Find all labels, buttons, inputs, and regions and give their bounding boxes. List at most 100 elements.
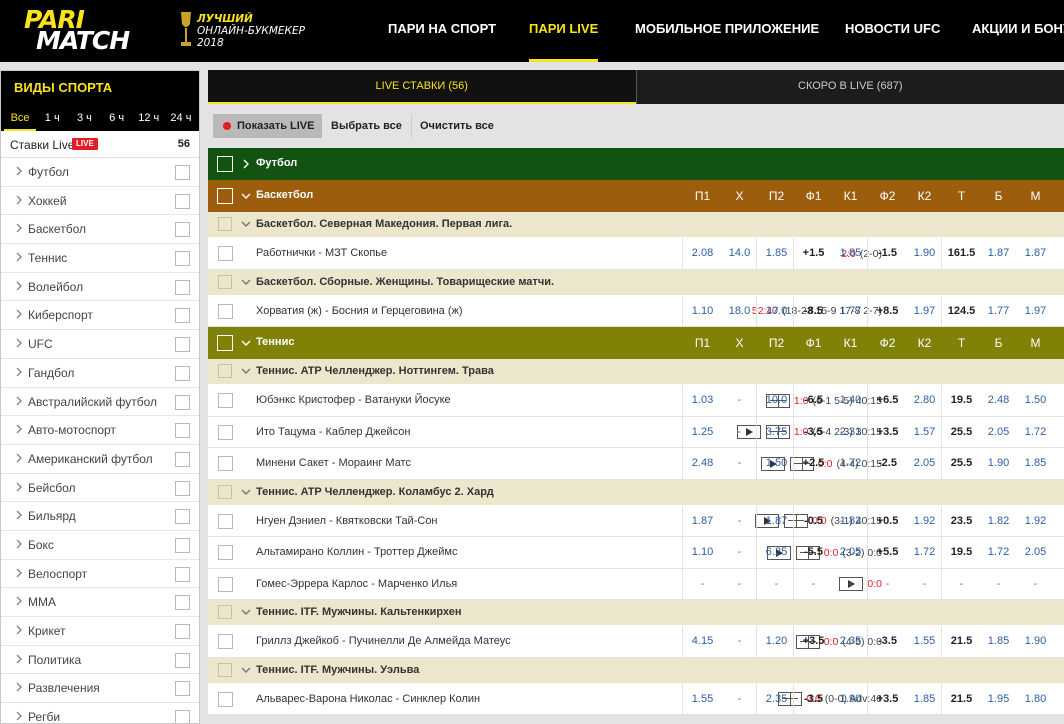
match-title[interactable]: Минени Сакет - Мораинг Матс	[256, 457, 411, 469]
chevron-right-icon[interactable]	[14, 280, 24, 292]
odds-cell-П2[interactable]: 3.75	[758, 417, 795, 448]
odds-cell-М[interactable]: 1.50	[1017, 385, 1054, 416]
chevron-right-icon[interactable]	[14, 452, 24, 464]
tab-upcoming-live[interactable]: СКОРО В LIVE (687)	[635, 70, 1064, 104]
odds-cell-П2[interactable]: 6.25	[758, 537, 795, 568]
odds-cell-К2[interactable]: 1.97	[906, 296, 943, 327]
match-title[interactable]: Альтамирано Коллин - Троттер Джеймс	[256, 546, 457, 558]
chevron-right-icon[interactable]	[14, 222, 24, 234]
nav-sport-bets[interactable]: ПАРИ НА СПОРТ	[388, 0, 496, 62]
match-checkbox[interactable]	[218, 246, 233, 261]
odds-cell-Ф1[interactable]: -0.5	[795, 506, 832, 537]
odds-cell-Ф2[interactable]: +8.5	[869, 296, 906, 327]
match-checkbox[interactable]	[218, 303, 233, 319]
match-row[interactable]: Работнички - МЗТ Скопье 2:0 (2-0) 2.08 14.0 1…	[208, 238, 1064, 270]
match-checkbox[interactable]	[218, 456, 233, 471]
sidebar-sport-item[interactable]: UFC	[1, 330, 199, 359]
odds-cell-К2[interactable]: 2.05	[906, 448, 943, 479]
sport-checkbox[interactable]	[175, 480, 190, 496]
chevron-right-icon[interactable]	[14, 509, 24, 521]
match-title[interactable]: Юбэнкс Кристофер - Ватануки Йосуке	[256, 394, 451, 406]
period-12h[interactable]: 12 ч	[133, 105, 165, 131]
sidebar-sport-item[interactable]: Теннис	[1, 244, 199, 273]
chevron-down-icon[interactable]	[241, 365, 251, 377]
match-title[interactable]: Ито Тацума - Каблер Джейсон	[256, 426, 410, 438]
chevron-down-icon[interactable]	[241, 218, 251, 230]
league-checkbox[interactable]	[218, 484, 232, 499]
odds-cell-П1[interactable]: 1.55	[684, 684, 721, 715]
sidebar-sport-item[interactable]: Регби	[1, 703, 199, 723]
match-row[interactable]: Хорватия (ж) - Босния и Герцеговина (ж) 5…	[208, 295, 1064, 327]
odds-cell-П2[interactable]: 2.35	[758, 684, 795, 715]
match-checkbox[interactable]	[218, 424, 233, 440]
period-all[interactable]: Все	[4, 105, 37, 131]
sidebar-sport-item[interactable]: MMA	[1, 588, 199, 617]
league-row[interactable]: Теннис. ATP Челленджер. Коламбус 2. Хард	[208, 479, 1064, 506]
sidebar-sport-item[interactable]: Американский футбол	[1, 445, 199, 474]
league-row[interactable]: Теннис. ITF. Мужчины. Кальтенкирхен	[208, 600, 1064, 626]
league-row[interactable]: Баскетбол. Сборные. Женщины. Товарищески…	[208, 269, 1064, 296]
odds-cell-Х[interactable]: 18.0	[721, 296, 758, 327]
match-title[interactable]: Работнички - МЗТ Скопье	[256, 247, 387, 259]
odds-cell-Ф1[interactable]: -3.5	[795, 417, 832, 448]
odds-cell-Т[interactable]: 21.5	[943, 626, 980, 657]
sidebar-sport-item[interactable]: Хоккей	[1, 187, 199, 216]
chevron-right-icon[interactable]	[14, 653, 24, 665]
period-1h[interactable]: 1 ч	[36, 105, 68, 131]
odds-cell-Ф1[interactable]: +2.5	[795, 448, 832, 479]
chevron-down-icon[interactable]	[241, 190, 251, 202]
odds-cell-К2[interactable]: 1.55	[906, 626, 943, 657]
odds-cell-Ф2[interactable]: +6.5	[869, 385, 906, 416]
sidebar-sport-item[interactable]: Гандбол	[1, 359, 199, 388]
band-checkbox[interactable]	[217, 188, 233, 204]
odds-cell-К1[interactable]: 1.77	[832, 296, 869, 327]
odds-cell-Б[interactable]: 2.48	[980, 385, 1017, 416]
period-3h[interactable]: 3 ч	[68, 105, 100, 131]
chevron-down-icon[interactable]	[241, 664, 251, 676]
match-checkbox[interactable]	[218, 545, 233, 560]
odds-cell-М[interactable]: 1.85	[1017, 448, 1054, 479]
odds-cell-Б[interactable]: 1.77	[980, 296, 1017, 327]
match-title[interactable]: Нгуен Дэниел - Квятковски Тай-Сон	[256, 515, 438, 527]
league-checkbox[interactable]	[218, 274, 232, 289]
sport-band[interactable]: Баскетбол П1 Х П2 Ф1 К1 Ф2 К2 Т Б М	[208, 180, 1064, 212]
sidebar-sport-item[interactable]: Футбол	[1, 158, 199, 187]
sport-checkbox[interactable]	[175, 222, 190, 238]
odds-cell-П2[interactable]: 1.87	[758, 506, 795, 537]
match-row[interactable]: Ито Тацума - Каблер Джейсон 1:0 (6-4 2-3) …	[208, 416, 1064, 448]
league-checkbox[interactable]	[218, 605, 232, 619]
odds-cell-Т[interactable]: 21.5	[943, 684, 980, 715]
sidebar-sport-item[interactable]: Велоспорт	[1, 560, 199, 589]
chevron-down-icon[interactable]	[241, 486, 251, 498]
odds-cell-Т[interactable]: 23.5	[943, 506, 980, 537]
odds-cell-Ф1[interactable]: -3.5	[795, 684, 832, 715]
odds-cell-М[interactable]: 2.05	[1017, 537, 1054, 568]
chevron-right-icon[interactable]	[14, 165, 24, 177]
match-checkbox[interactable]	[218, 634, 233, 649]
odds-cell-П2[interactable]: 10.0	[758, 296, 795, 327]
chevron-right-icon[interactable]	[14, 595, 24, 607]
odds-cell-Т[interactable]: 25.5	[943, 417, 980, 448]
odds-cell-П2[interactable]: 10.0	[758, 385, 795, 416]
sport-checkbox[interactable]	[175, 566, 190, 582]
odds-cell-Ф2[interactable]: -1.5	[869, 238, 906, 269]
odds-cell-Б[interactable]: 1.72	[980, 537, 1017, 568]
odds-cell-М[interactable]: 1.90	[1017, 626, 1054, 657]
sport-checkbox[interactable]	[175, 451, 190, 467]
match-title[interactable]: Хорватия (ж) - Босния и Герцеговина (ж)	[256, 305, 463, 317]
chevron-right-icon[interactable]	[14, 567, 24, 579]
odds-cell-Т[interactable]: 161.5	[943, 238, 980, 269]
odds-cell-П1[interactable]: 1.87	[684, 506, 721, 537]
odds-cell-Б[interactable]: 1.85	[980, 626, 1017, 657]
odds-cell-К1[interactable]: 1.40	[832, 385, 869, 416]
odds-cell-Б[interactable]: 1.90	[980, 448, 1017, 479]
odds-cell-Х[interactable]: 14.0	[721, 238, 758, 269]
odds-cell-К1[interactable]: 2.05	[832, 537, 869, 568]
odds-cell-П1[interactable]: 1.03	[684, 385, 721, 416]
chevron-right-icon[interactable]	[14, 423, 24, 435]
period-24h[interactable]: 24 ч	[165, 105, 197, 131]
odds-cell-М[interactable]: 1.87	[1017, 238, 1054, 269]
odds-cell-М[interactable]: 1.92	[1017, 506, 1054, 537]
odds-cell-П1[interactable]: 4.15	[684, 626, 721, 657]
match-checkbox[interactable]	[218, 691, 233, 707]
